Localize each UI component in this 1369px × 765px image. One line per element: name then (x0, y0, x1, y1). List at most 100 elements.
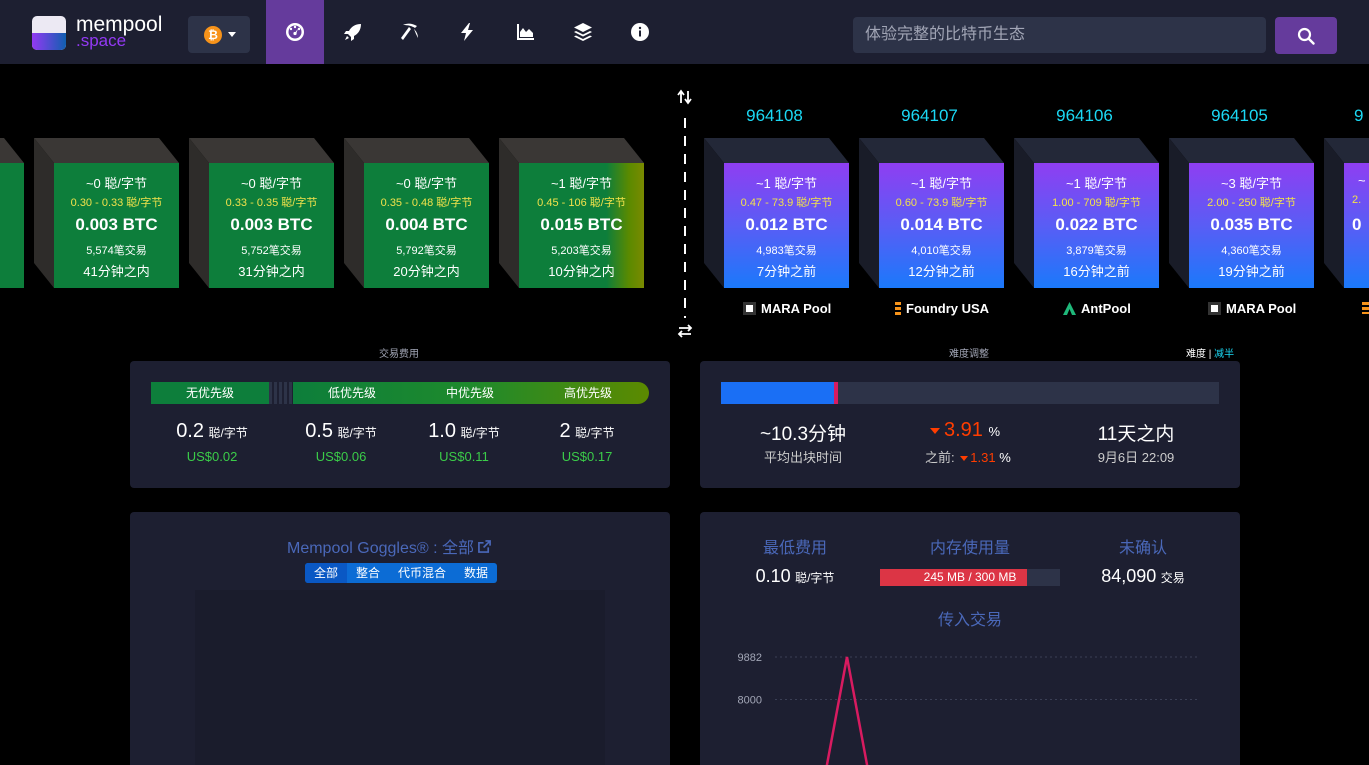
nav-mining[interactable] (381, 0, 439, 64)
block-fee-range: 0.47 - 73.9 聪/字节 (740, 197, 833, 209)
chart-series-line (825, 656, 869, 765)
block-face: ~1 聪/字节 0.47 - 73.9 聪/字节 0.012 BTC 4,983… (724, 163, 849, 288)
mempool-blockview[interactable] (195, 590, 605, 765)
next-adjustment-date: 9月6日 22:09 (1097, 450, 1175, 465)
sort-arrows-icon[interactable] (676, 88, 694, 106)
pool-name: MARA Pool (761, 300, 832, 316)
block-median-fee: ~0 聪/字节 (395, 176, 458, 191)
mined-block[interactable]: ~3 聪/字节 2.00 - 250 聪/字节 0.035 BTC 4,360笔… (1169, 138, 1314, 288)
fee-usd-high: US$0.17 (561, 449, 613, 464)
block-tx-count: 5,203笔交易 (551, 245, 612, 257)
nav-about[interactable] (611, 0, 669, 64)
nav-accelerate[interactable] (324, 0, 382, 64)
halving-toggle[interactable]: 减半 (1214, 349, 1234, 360)
mempool-logo-icon (32, 16, 66, 50)
block-height-link[interactable]: 964105 (1167, 106, 1312, 126)
difficulty-progress-fill (721, 382, 836, 404)
fee-rate-low: 0.5 聪/字节 (305, 420, 377, 442)
layers-icon (574, 23, 592, 41)
low-priority-label: 低优先级 (327, 386, 376, 400)
min-fee-value: 0.10 聪/字节 (755, 566, 835, 586)
goggles-tab-consolidation[interactable]: 整合 (347, 563, 389, 583)
mined-block[interactable]: ~1 聪/字节 1.00 - 709 聪/字节 0.022 BTC 3,879笔… (1014, 138, 1159, 288)
block-age: 12分钟之前 (908, 264, 975, 279)
fee-rate-medium: 1.0 聪/字节 (428, 420, 500, 442)
block-eta: 20分钟之内 (393, 264, 460, 279)
block-face: ~0 聪/字节 0.30 - 0.33 聪/字节 0.003 BTC 5,574… (54, 163, 179, 288)
block-eta: 31分钟之内 (238, 264, 305, 279)
block-tx-count: 5,792笔交易 (396, 245, 457, 257)
goggles-title-link[interactable]: Mempool Goggles® : 全部 (287, 534, 492, 558)
block-total-fees: 0.015 BTC (540, 215, 623, 234)
pending-block[interactable]: ~0 聪/字节 0.35 - 0.48 聪/字节 0.004 BTC 5,792… (344, 138, 489, 288)
caret-down-icon (228, 32, 236, 37)
mined-block[interactable]: ~1 聪/字节 0.47 - 73.9 聪/字节 0.012 BTC 4,983… (704, 138, 849, 288)
nav-blocks[interactable] (554, 0, 612, 64)
mined-block-partial[interactable]: ~ 2. 0 (1324, 138, 1369, 288)
external-link-icon (478, 540, 492, 553)
mining-pool-link[interactable]: AntPool (1063, 300, 1131, 316)
block-height-link[interactable]: 964106 (1012, 106, 1157, 126)
fee-usd-none: US$0.02 (186, 449, 238, 464)
block-height-link[interactable]: 9 (1322, 106, 1369, 126)
fee-rate-none: 0.2 聪/字节 (176, 420, 248, 442)
block-fee-range: 0.33 - 0.35 聪/字节 (225, 197, 318, 209)
block-face: ~1 聪/字节 0.45 - 106 聪/字节 0.015 BTC 5,203笔… (519, 163, 644, 288)
difficulty-change: 3.91 % (930, 419, 1020, 442)
goggles-tab-coinjoin[interactable]: 代币混合 (389, 563, 455, 583)
search-button[interactable] (1275, 17, 1337, 54)
memory-usage-label: 内存使用量 (929, 540, 1010, 557)
mining-pool-link[interactable]: MARA Pool (743, 300, 831, 316)
blockchain-divider (684, 118, 686, 318)
block-age: 19分钟之前 (1218, 264, 1285, 279)
toggle-separator: | (1208, 349, 1212, 360)
goggles-tab-data[interactable]: 数据 (455, 563, 497, 583)
pending-block-partial[interactable] (0, 138, 24, 288)
block-fee-range: 0.60 - 73.9 聪/字节 (895, 197, 988, 209)
block-tx-count: 4,010笔交易 (911, 245, 972, 257)
difficulty-card-title: 难度调整 (949, 349, 989, 360)
network-selector-button[interactable]: ₿ (188, 16, 250, 53)
mining-pool-link[interactable]: Foundry USA (895, 300, 989, 316)
goggles-tab-all[interactable]: 全部 (305, 563, 348, 583)
block-face: ~1 聪/字节 1.00 - 709 聪/字节 0.022 BTC 3,879笔… (1034, 163, 1159, 288)
foundry-usa-icon (1362, 302, 1369, 314)
pending-block[interactable]: ~1 聪/字节 0.45 - 106 聪/字节 0.015 BTC 5,203笔… (499, 138, 644, 288)
block-tx-count: 5,752笔交易 (241, 245, 302, 257)
block-eta: 10分钟之内 (548, 264, 615, 279)
pool-name: Foundry USA (906, 300, 990, 316)
unconfirmed-label: 未确认 (1118, 540, 1167, 557)
difficulty-toggle[interactable]: 难度 (1186, 349, 1206, 360)
nav-dashboard[interactable] (266, 0, 324, 64)
incoming-transactions-chart[interactable]: 9882 8000 (720, 640, 1210, 765)
mempool-logo[interactable]: mempool .space (32, 13, 182, 52)
search-icon (1297, 27, 1315, 45)
info-icon (631, 23, 649, 41)
nav-lightning[interactable] (438, 0, 496, 64)
pool-name: AntPool (1081, 300, 1131, 316)
pool-name: MARA Pool (1226, 300, 1297, 316)
block-height-link[interactable]: 964108 (702, 106, 847, 126)
down-arrow-icon (960, 456, 969, 462)
mara-pool-icon (743, 301, 756, 315)
medium-priority-label: 中优先级 (445, 386, 494, 400)
block-height-link[interactable]: 964107 (857, 106, 1002, 126)
block-face: ~3 聪/字节 2.00 - 250 聪/字节 0.035 BTC 4,360笔… (1189, 163, 1314, 288)
block-face: ~0 聪/字节 0.35 - 0.48 聪/字节 0.004 BTC 5,792… (364, 163, 489, 288)
block-face: ~1 聪/字节 0.60 - 73.9 聪/字节 0.014 BTC 4,010… (879, 163, 1004, 288)
block-fee-range: 0.30 - 0.33 聪/字节 (70, 197, 163, 209)
pending-block[interactable]: ~0 聪/字节 0.33 - 0.35 聪/字节 0.003 BTC 5,752… (189, 138, 334, 288)
mined-block[interactable]: ~1 聪/字节 0.60 - 73.9 聪/字节 0.014 BTC 4,010… (859, 138, 1004, 288)
fee-priority-bar: 无优先级 低优先级 中优先级 高优先级 (151, 382, 649, 404)
previous-difficulty-change: 之前: 1.31 % (925, 450, 1011, 465)
nav-graphs[interactable] (496, 0, 554, 64)
search-input[interactable] (853, 17, 1266, 53)
incoming-tx-label: 传入交易 (937, 612, 1002, 629)
block-total-fees: 0.022 BTC (1055, 215, 1138, 234)
no-priority-label: 无优先级 (151, 382, 269, 404)
block-median-fee: ~1 聪/字节 (910, 176, 973, 191)
pending-block[interactable]: ~0 聪/字节 0.30 - 0.33 聪/字节 0.003 BTC 5,574… (34, 138, 179, 288)
mining-pool-link[interactable]: MARA Pool (1208, 300, 1296, 316)
avg-block-time: ~10.3分钟 (759, 424, 847, 445)
swap-arrows-icon[interactable] (676, 322, 694, 340)
